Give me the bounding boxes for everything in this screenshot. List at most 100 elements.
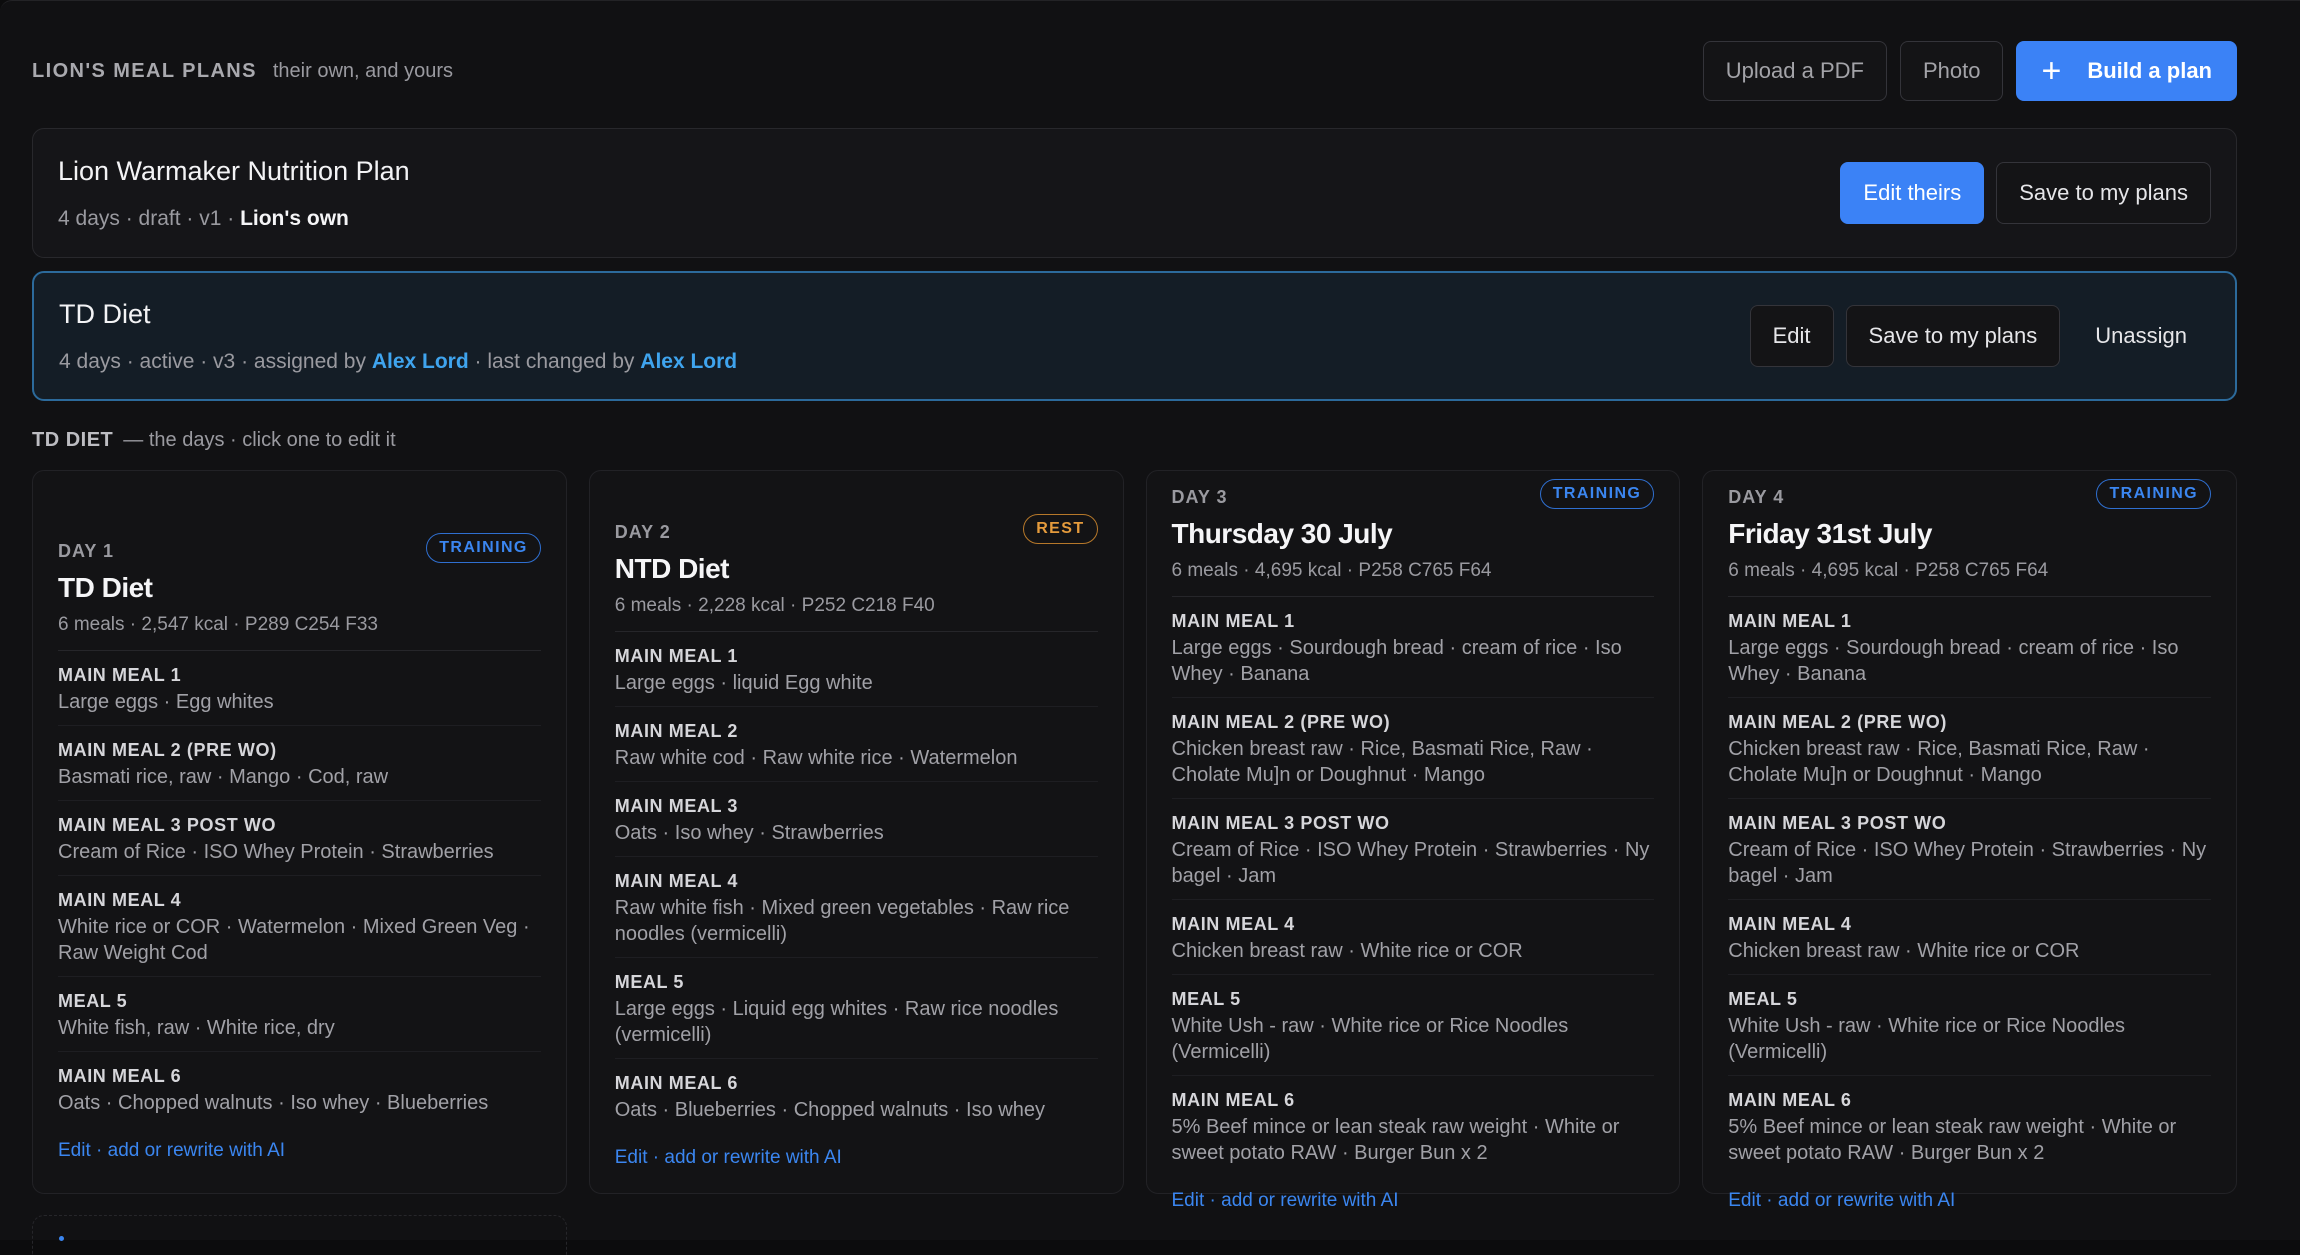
meal-item[interactable]: MAIN MEAL 6 Oats · Blueberries · Chopped … <box>615 1059 1098 1133</box>
app-title: LION'S MEAL PLANS <box>32 59 257 82</box>
meal-item[interactable]: MAIN MEAL 4 Raw white fish · Mixed green … <box>614 857 1098 958</box>
build-plan-label: Build a plan <box>2087 58 2212 83</box>
brand: LION'S MEAL PLANS their own, and yours <box>32 60 453 83</box>
meal-item[interactable]: MAIN MEAL 4 White rice or COR · Watermelo… <box>58 876 541 977</box>
upload-pdf-button[interactable]: Upload a PDF <box>1702 41 1887 101</box>
meal-foods: White Ush - raw · White rice or Rice Noo… <box>1171 1015 1569 1063</box>
link-separator: · <box>1204 1190 1222 1211</box>
plan-owner: Lion's own <box>240 206 349 230</box>
rewrite-with-ai-link[interactable]: add or rewrite with AI <box>1221 1190 1398 1211</box>
meal-name: MAIN MEAL 2 (PRE WO) <box>1171 712 1391 732</box>
unassign-button[interactable]: Unassign <box>2072 305 2210 367</box>
meal-item[interactable]: MAIN MEAL 2 (PRE WO) Chicken breast raw ·… <box>1171 698 1655 799</box>
meal-name: MAIN MEAL 6 <box>1171 1090 1295 1110</box>
day-card-4[interactable]: DAY 4 TRAINING Friday 31st July 6 meals … <box>1702 470 2237 1211</box>
meal-name: MAIN MEAL 2 (PRE WO) <box>58 740 277 760</box>
meal-foods: Cream of Rice · ISO Whey Protein · Straw… <box>1728 839 2207 887</box>
plan-title: TD Diet <box>59 298 151 329</box>
meal-item[interactable]: MAIN MEAL 1 Large eggs · Egg whites <box>58 651 541 726</box>
edit-day-link[interactable]: Edit <box>1728 1190 1761 1211</box>
meal-item[interactable]: MAIN MEAL 2 (PRE WO) Chicken breast raw ·… <box>1728 698 2211 799</box>
day-type-badge: TRAINING <box>2096 479 2211 509</box>
rewrite-with-ai-link[interactable]: add or rewrite with AI <box>108 1140 285 1161</box>
day-type-badge: REST <box>1023 514 1098 544</box>
meal-item[interactable]: MEAL 5 Large eggs · Liquid egg whites · R… <box>614 958 1098 1059</box>
assigned-by-link[interactable]: Alex Lord <box>372 350 469 373</box>
day-header: DAY 3 TRAINING Thursday 30 July 6 meals … <box>1171 479 1655 597</box>
meal-item[interactable]: MAIN MEAL 6 Oats · Chopped walnuts · Iso … <box>58 1052 541 1126</box>
day-title: TD Diet <box>58 572 153 603</box>
changed-by-link[interactable]: Alex Lord <box>640 350 737 373</box>
meal-item[interactable]: MAIN MEAL 3 POST WO Cream of Rice · ISO W… <box>1728 799 2211 900</box>
meal-item[interactable]: MAIN MEAL 4 Chicken breast raw · White ri… <box>1171 900 1655 975</box>
meal-list: MAIN MEAL 1 Large eggs · Sourdough bread … <box>1171 597 1655 1176</box>
meal-item[interactable]: MAIN MEAL 2 Raw white cod · Raw white ric… <box>614 707 1098 782</box>
meal-name: MAIN MEAL 4 <box>1171 914 1295 934</box>
meal-item[interactable]: MEAL 5 White Ush - raw · White rice or Ri… <box>1171 975 1655 1076</box>
plan-card-lion[interactable]: Lion Warmaker Nutrition Plan 4 days · dr… <box>32 128 2237 258</box>
plan-meta-text: 4 days · draft · v1 · <box>58 206 241 230</box>
day-title: Thursday 30 July <box>1171 518 1393 549</box>
day-card-1[interactable]: DAY 1 TRAINING TD Diet 6 meals · 2,547 k… <box>32 470 567 1194</box>
app-subtitle: their own, and yours <box>272 59 453 82</box>
meal-list: MAIN MEAL 1 Large eggs · liquid Egg white… <box>614 632 1098 1133</box>
day-header: DAY 2 REST NTD Diet 6 meals · 2,228 kcal… <box>614 514 1098 632</box>
meal-item[interactable]: MAIN MEAL 3 POST WO Cream of Rice · ISO W… <box>58 801 541 876</box>
plan-title: Lion Warmaker Nutrition Plan <box>58 155 410 186</box>
save-to-my-plans-button[interactable]: Save to my plans <box>1996 162 2211 224</box>
section-hint: — the days · click one to edit it <box>123 429 396 451</box>
day-actions: Edit · add or rewrite with AI <box>58 1140 541 1162</box>
meal-foods: Oats · Chopped walnuts · Iso whey · Blue… <box>58 1092 489 1114</box>
add-day-card[interactable] <box>32 1215 567 1255</box>
meal-foods: Cream of Rice · ISO Whey Protein · Straw… <box>1171 839 1650 887</box>
top-bar: LION'S MEAL PLANS their own, and yours U… <box>32 37 2237 105</box>
meal-item[interactable]: MEAL 5 White fish, raw · White rice, dry <box>58 977 541 1052</box>
day-type-badge: TRAINING <box>426 533 541 563</box>
meal-name: MAIN MEAL 4 <box>1728 914 1852 934</box>
plan-card-td-diet[interactable]: TD Diet 4 days · active · v3 · assigned … <box>32 271 2237 401</box>
edit-theirs-button[interactable]: Edit theirs <box>1840 162 1985 224</box>
meal-foods: Raw white fish · Mixed green vegetables … <box>614 897 1070 945</box>
meal-item[interactable]: MAIN MEAL 3 POST WO Cream of Rice · ISO W… <box>1171 799 1655 900</box>
day-actions: Edit · add or rewrite with AI <box>1728 1190 2211 1212</box>
plan-meta-text: 4 days · active · v3 · assigned by <box>59 349 372 373</box>
rewrite-with-ai-link[interactable]: add or rewrite with AI <box>1778 1190 1955 1211</box>
meal-foods: Large eggs · liquid Egg white <box>614 672 873 694</box>
plan-info: TD Diet 4 days · active · v3 · assigned … <box>59 299 737 374</box>
edit-day-link[interactable]: Edit <box>1172 1190 1205 1211</box>
edit-day-link[interactable]: Edit <box>58 1140 91 1161</box>
rewrite-with-ai-link[interactable]: add or rewrite with AI <box>664 1147 841 1168</box>
day-header: DAY 4 TRAINING Friday 31st July 6 meals … <box>1728 479 2211 597</box>
meal-foods: Raw white cod · Raw white rice · Waterme… <box>614 747 1018 769</box>
meal-name: MAIN MEAL 6 <box>58 1066 182 1086</box>
meal-name: MAIN MEAL 2 (PRE WO) <box>1728 712 1947 732</box>
meal-item[interactable]: MAIN MEAL 6 5% Beef mince or lean steak r… <box>1728 1076 2211 1176</box>
top-actions: Upload a PDF Photo + Build a plan <box>1702 41 2237 101</box>
day-card-3[interactable]: DAY 3 TRAINING Thursday 30 July 6 meals … <box>1145 470 1681 1211</box>
day-grid: DAY 1 TRAINING TD Diet 6 meals · 2,547 k… <box>32 470 2237 1211</box>
meal-item[interactable]: MEAL 5 White Ush - raw · White rice or Ri… <box>1728 975 2211 1076</box>
meal-item[interactable]: MAIN MEAL 3 Oats · Iso whey · Strawberrie… <box>614 782 1098 857</box>
save-to-my-plans-button[interactable]: Save to my plans <box>1845 305 2061 367</box>
meal-foods: White Ush - raw · White rice or Rice Noo… <box>1728 1015 2126 1063</box>
meal-item[interactable]: MAIN MEAL 1 Large eggs · Sourdough bread … <box>1171 597 1655 698</box>
meal-name: MEAL 5 <box>58 991 128 1011</box>
edit-day-link[interactable]: Edit <box>615 1147 648 1168</box>
meal-item[interactable]: MAIN MEAL 2 (PRE WO) Basmati rice, raw · … <box>58 726 541 801</box>
meal-foods: Large eggs · Sourdough bread · cream of … <box>1728 637 2179 685</box>
day-stats: 6 meals · 2,547 kcal · P289 C254 F33 <box>58 614 541 651</box>
build-plan-button[interactable]: + Build a plan <box>2016 41 2237 101</box>
day-card-2[interactable]: DAY 2 REST NTD Diet 6 meals · 2,228 kcal… <box>588 470 1124 1194</box>
photo-button[interactable]: Photo <box>1899 41 2004 101</box>
meal-foods: Large eggs · Liquid egg whites · Raw ric… <box>614 998 1059 1046</box>
meal-item[interactable]: MAIN MEAL 4 Chicken breast raw · White ri… <box>1728 900 2211 975</box>
edit-button[interactable]: Edit <box>1749 305 1834 367</box>
meal-foods: 5% Beef mince or lean steak raw weight ·… <box>1171 1116 1620 1164</box>
meal-list: MAIN MEAL 1 Large eggs · Egg whites MAIN M… <box>58 651 541 1126</box>
meal-item[interactable]: MAIN MEAL 6 5% Beef mince or lean steak r… <box>1172 1076 1655 1176</box>
day-actions: Edit · add or rewrite with AI <box>615 1147 1098 1169</box>
meal-item[interactable]: MAIN MEAL 1 Large eggs · liquid Egg white <box>614 632 1098 707</box>
meal-item[interactable]: MAIN MEAL 1 Large eggs · Sourdough bread … <box>1728 597 2211 698</box>
day-actions: Edit · add or rewrite with AI <box>1172 1190 1655 1212</box>
meal-name: MAIN MEAL 6 <box>1728 1090 1852 1110</box>
